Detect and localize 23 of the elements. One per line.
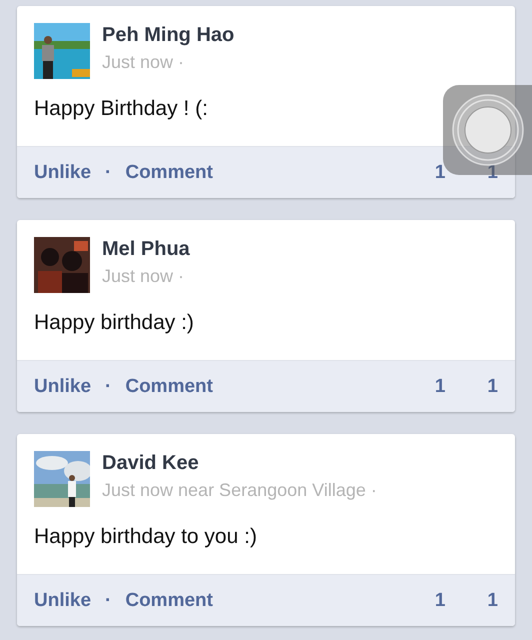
separator-dot: · [105, 162, 112, 184]
separator-dot: · [105, 590, 112, 612]
separator-dot: · [105, 376, 112, 398]
post-time: Just now near Serangoon Village · [102, 480, 377, 501]
post-time: Just now · [102, 266, 186, 287]
comment-link[interactable]: Comment [125, 590, 213, 612]
comment-link[interactable]: Comment [125, 376, 213, 398]
unlike-link[interactable]: Unlike [34, 590, 92, 612]
post-message: Happy birthday :) [34, 311, 194, 335]
comment-count: 1 [487, 376, 498, 398]
author-name: Mel Phua [102, 238, 190, 261]
like-count: 1 [434, 162, 446, 184]
unlike-link[interactable]: Unlike [34, 376, 92, 398]
comment-link[interactable]: Comment [125, 162, 213, 184]
unlike-link[interactable]: Unlike [34, 162, 92, 184]
like-count: 1 [434, 590, 446, 612]
comment-count: 1 [487, 590, 498, 612]
post-time: Just now · [102, 52, 186, 73]
post-message: Happy Birthday ! (: [34, 97, 208, 121]
like-count: 1 [434, 376, 446, 398]
author-name: David Kee [102, 452, 200, 475]
post-message: Happy birthday to you :) [34, 525, 257, 549]
author-name: Peh Ming Hao [102, 24, 234, 47]
